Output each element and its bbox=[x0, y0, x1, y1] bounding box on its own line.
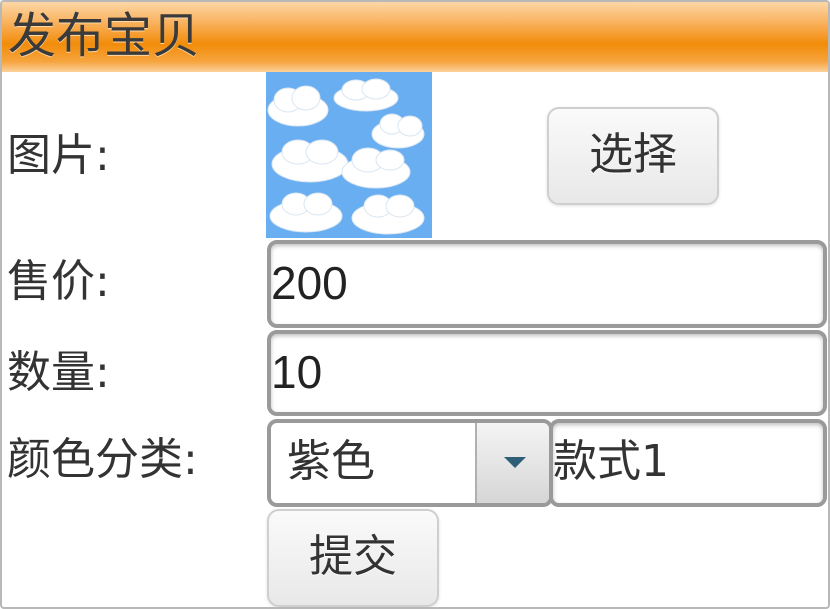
price-input[interactable]: 200 bbox=[267, 240, 827, 328]
price-label: 售价: bbox=[7, 256, 110, 307]
product-image-thumbnail[interactable] bbox=[266, 72, 432, 238]
select-image-button[interactable]: 选择 bbox=[547, 107, 719, 205]
style-input[interactable]: 款式1 bbox=[549, 419, 827, 507]
chevron-down-icon bbox=[504, 457, 526, 468]
clouds-image bbox=[266, 72, 432, 238]
color-category-label: 颜色分类: bbox=[7, 434, 198, 485]
submit-button[interactable]: 提交 bbox=[267, 509, 439, 607]
dropdown-button[interactable] bbox=[475, 423, 549, 503]
quantity-label: 数量: bbox=[7, 347, 110, 398]
publish-item-page: 发布宝贝 图片: 选择 售价: 200 数量: 10 颜色分类: 紫色 款式1 … bbox=[0, 0, 830, 609]
header-bar: 发布宝贝 bbox=[2, 2, 828, 72]
color-select[interactable]: 紫色 bbox=[267, 419, 553, 507]
color-select-value: 紫色 bbox=[287, 436, 375, 487]
page-title: 发布宝贝 bbox=[8, 8, 201, 64]
quantity-input[interactable]: 10 bbox=[267, 330, 827, 416]
image-label: 图片: bbox=[7, 130, 110, 181]
